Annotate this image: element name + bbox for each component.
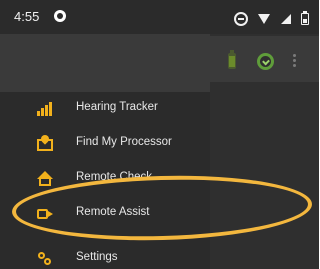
video-icon	[36, 205, 54, 223]
drawer-header	[0, 34, 210, 92]
signal-icon	[280, 13, 291, 24]
home-icon	[36, 170, 54, 188]
menu-item-label: Settings	[76, 251, 118, 263]
dot	[293, 64, 296, 67]
status-bar: 4:55	[0, 0, 319, 34]
dot	[293, 54, 296, 57]
menu-item-settings[interactable]: Settings	[0, 242, 210, 269]
map-pin-icon	[36, 133, 54, 153]
menu-item-remote-check[interactable]: Remote Check	[0, 162, 210, 196]
battery-icon	[301, 10, 309, 25]
menu-item-remote-assist[interactable]: Remote Assist	[0, 197, 210, 231]
system-icons	[228, 10, 309, 26]
dnd-icon	[233, 11, 248, 26]
more-vert-icon[interactable]	[293, 54, 296, 68]
menu-item-hearing-tracker[interactable]: Hearing Tracker	[0, 92, 210, 126]
navigation-drawer: Hearing Tracker Find My Processor Remote…	[0, 34, 210, 269]
menu-item-label: Find My Processor	[76, 136, 172, 148]
menu-item-find-my-processor[interactable]: Find My Processor	[0, 127, 210, 161]
menu-item-label: Hearing Tracker	[76, 101, 158, 113]
check-circle-icon	[257, 53, 274, 70]
status-time: 4:55	[14, 9, 40, 24]
menu-item-label: Remote Check	[76, 171, 153, 183]
signal-bars-icon	[36, 100, 54, 118]
phone-screen: 4:55 Hearing Tracker Find My Processor R…	[0, 0, 319, 269]
wifi-icon	[258, 13, 271, 24]
battery-icon	[228, 50, 236, 69]
app-badge-icon	[54, 10, 66, 22]
dot	[293, 59, 296, 62]
settings-icon	[36, 250, 54, 268]
menu-item-label: Remote Assist	[76, 206, 150, 218]
